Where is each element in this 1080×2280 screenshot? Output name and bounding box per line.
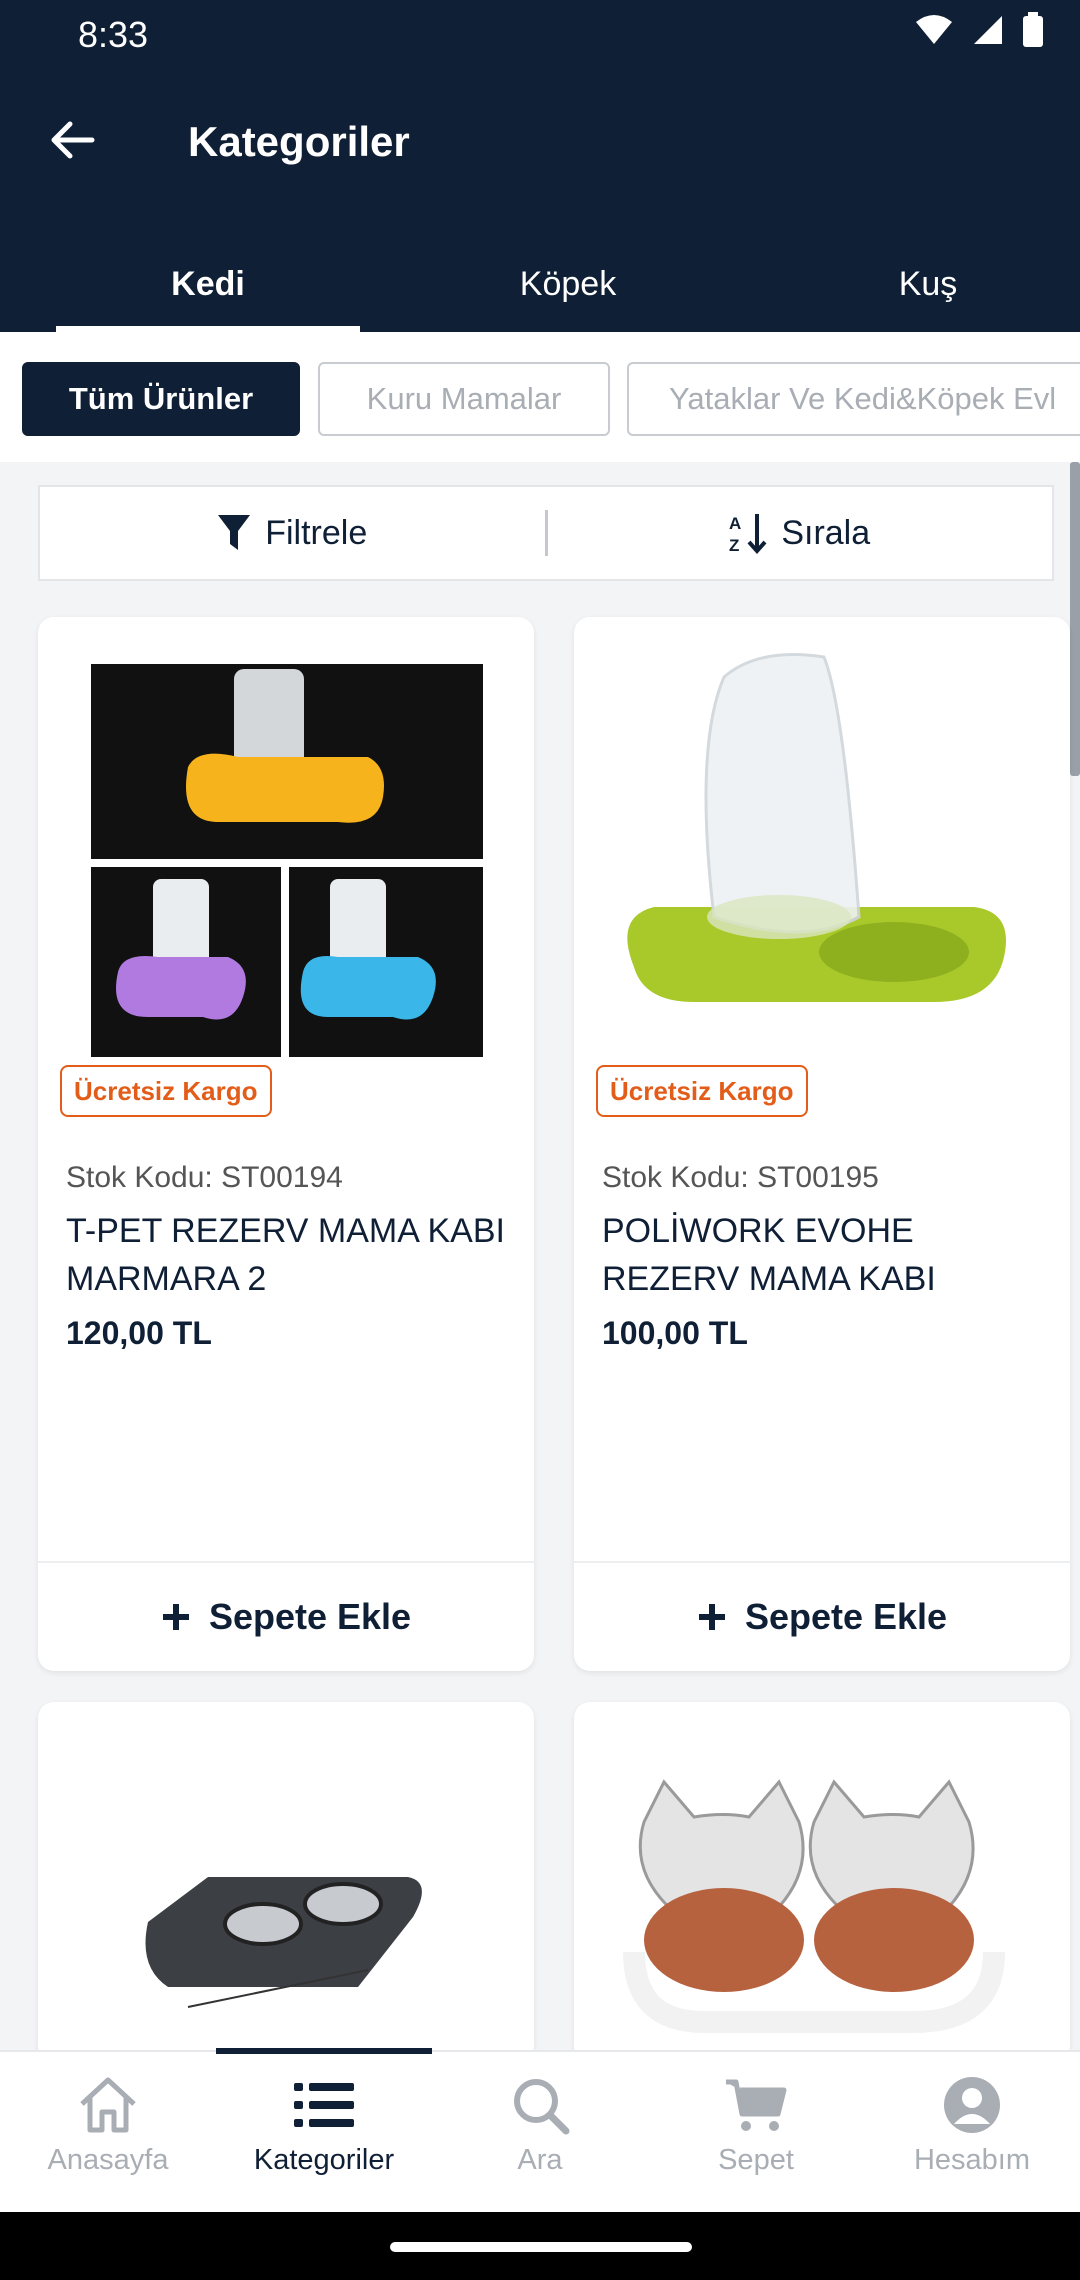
battery-icon xyxy=(1023,12,1043,47)
stock-code: Stok Kodu: ST00194 xyxy=(66,1161,343,1194)
cart-icon xyxy=(726,2079,787,2131)
tab-kus[interactable]: Kuş xyxy=(776,236,1080,332)
category-tabs: Kedi Köpek Kuş xyxy=(0,236,1080,332)
nav-categories[interactable]: Kategoriler xyxy=(216,2052,432,2214)
nav-home[interactable]: Anasayfa xyxy=(0,2052,216,2214)
free-shipping-badge: Ücretsiz Kargo xyxy=(596,1065,808,1117)
list-icon xyxy=(294,2083,354,2127)
product-image xyxy=(145,1877,422,2008)
sort-label: Sırala xyxy=(781,513,871,552)
chip-beds-houses[interactable]: Yataklar Ve Kedi&Köpek Evl xyxy=(627,362,1080,436)
sort-button[interactable]: A Z Sırala xyxy=(548,512,1053,554)
nav-account[interactable]: Hesabım xyxy=(864,2052,1080,2214)
product-name[interactable]: T-PET REZERV MAMA KABI MARMARA 2 xyxy=(66,1207,506,1303)
product-price: 100,00 TL xyxy=(602,1315,748,1351)
product-image xyxy=(91,664,483,1057)
nav-cart[interactable]: Sepet xyxy=(648,2052,864,2214)
add-to-cart-button[interactable]: Sepete Ekle xyxy=(574,1561,1070,1671)
nav-search-label: Ara xyxy=(517,2144,563,2176)
page-title: Kategoriler xyxy=(188,118,410,165)
product-card[interactable] xyxy=(38,1702,534,2062)
nav-search[interactable]: Ara xyxy=(432,2052,648,2214)
status-icons xyxy=(914,12,1044,48)
chip-dry-food[interactable]: Kuru Mamalar xyxy=(318,362,610,436)
product-card[interactable]: Ücretsiz Kargo Stok Kodu: ST00195 POLİWO… xyxy=(574,617,1070,1671)
filter-sort-bar: Filtrele A Z Sırala xyxy=(38,485,1054,581)
bottom-navigation: Anasayfa Kategoriler Ara Sepet Hesabım xyxy=(0,2048,1080,2214)
sort-icon: A Z xyxy=(729,514,767,554)
svg-text:Z: Z xyxy=(729,536,739,554)
product-card[interactable] xyxy=(574,1702,1070,2062)
app-bar: 8:33 Kategoriler Kedi Köpek Kuş xyxy=(0,0,1080,332)
nav-categories-label: Kategoriler xyxy=(253,2144,395,2176)
nav-home-label: Anasayfa xyxy=(47,2144,169,2176)
system-gesture-bar xyxy=(0,2212,1080,2280)
signal-icon xyxy=(974,16,1002,44)
home-icon xyxy=(80,2077,136,2133)
filter-button[interactable]: Filtrele xyxy=(40,514,545,553)
scrollbar[interactable] xyxy=(1070,462,1080,776)
tab-kopek[interactable]: Köpek xyxy=(416,236,720,332)
subcategory-chips: Tüm Ürünler Kuru Mamalar Yataklar Ve Ked… xyxy=(0,332,1080,462)
tab-kedi[interactable]: Kedi xyxy=(56,236,360,332)
chip-all-products[interactable]: Tüm Ürünler xyxy=(22,362,300,436)
search-icon xyxy=(514,2079,570,2135)
product-price: 120,00 TL xyxy=(66,1315,212,1351)
plus-icon xyxy=(162,1604,189,1630)
product-name[interactable]: POLİWORK EVOHE REZERV MAMA KABI xyxy=(602,1207,1042,1303)
svg-text:A: A xyxy=(729,514,741,533)
add-to-cart-label: Sepete Ekle xyxy=(208,1596,412,1637)
nav-account-label: Hesabım xyxy=(913,2144,1031,2176)
product-card[interactable]: Ücretsiz Kargo Stok Kodu: ST00194 T-PET … xyxy=(38,617,534,1671)
nav-cart-label: Sepet xyxy=(718,2144,794,2176)
filter-label: Filtrele xyxy=(265,513,368,552)
product-image xyxy=(627,653,1006,1002)
back-arrow-icon[interactable] xyxy=(44,112,100,168)
account-icon xyxy=(944,2077,1000,2133)
add-to-cart-label: Sepete Ekle xyxy=(744,1596,948,1637)
plus-icon xyxy=(698,1604,725,1630)
stock-code: Stok Kodu: ST00195 xyxy=(602,1161,879,1194)
home-gesture-pill[interactable] xyxy=(390,2242,692,2252)
add-to-cart-button[interactable]: Sepete Ekle xyxy=(38,1561,534,1671)
status-time: 8:33 xyxy=(78,14,149,55)
product-image xyxy=(623,1779,1005,2033)
filter-icon xyxy=(218,515,251,550)
wifi-icon xyxy=(916,15,952,44)
free-shipping-badge: Ücretsiz Kargo xyxy=(60,1065,272,1117)
